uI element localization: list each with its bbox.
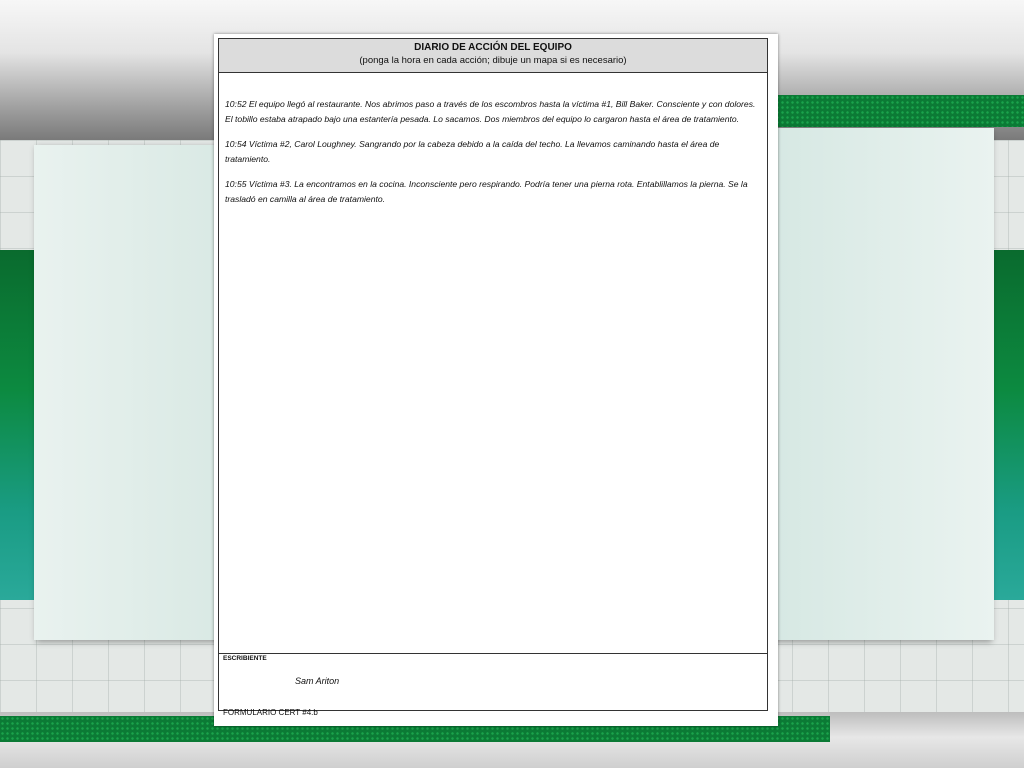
form-header: DIARIO DE ACCIÓN DEL EQUIPO (ponga la ho… — [219, 39, 767, 73]
log-entries: 10:52 El equipo llegó al restaurante. No… — [219, 73, 767, 207]
log-entry: 10:54 Víctima #2, Carol Loughney. Sangra… — [225, 139, 720, 164]
log-entry: 10:52 El equipo llegó al restaurante. No… — [225, 99, 756, 124]
form-title: DIARIO DE ACCIÓN DEL EQUIPO — [414, 42, 572, 53]
form-id: FORMULARIO CERT #4.b — [223, 708, 318, 717]
form-body: 10:52 El equipo llegó al restaurante. No… — [219, 73, 767, 654]
action-log-form: DIARIO DE ACCIÓN DEL EQUIPO (ponga la ho… — [218, 38, 768, 711]
scribe-label: ESCRIBIENTE — [223, 655, 267, 662]
scribe-name: Sam Ariton — [295, 676, 340, 686]
slide-green-accent-left — [0, 250, 36, 600]
slide-green-accent-right — [990, 250, 1024, 600]
form-subtitle: (ponga la hora en cada acción; dibuje un… — [359, 55, 627, 66]
document-page: DIARIO DE ACCIÓN DEL EQUIPO (ponga la ho… — [214, 34, 778, 726]
scribe-section: ESCRIBIENTE Sam Ariton — [219, 654, 767, 710]
slide-panel-left — [34, 145, 224, 640]
log-entry: 10:55 Víctima #3. La encontramos en la c… — [225, 179, 748, 204]
slide-panel-right — [772, 128, 994, 640]
